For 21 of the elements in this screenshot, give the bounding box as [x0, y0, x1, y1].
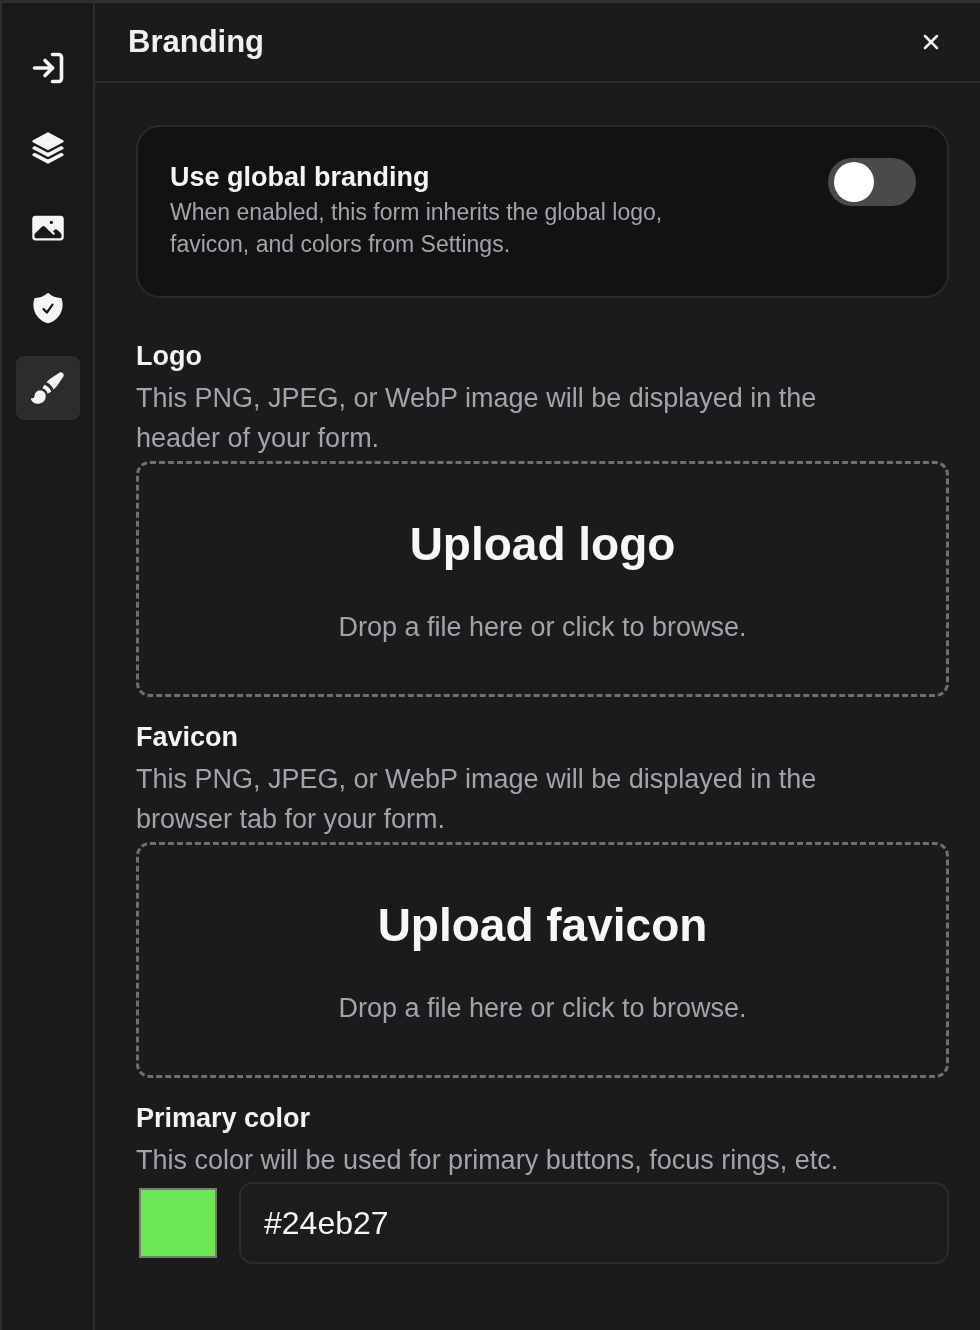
section-description: This PNG, JPEG, or WebP image will be displayed in the header of your form. — [136, 382, 818, 455]
color-swatch-icon[interactable] — [139, 1188, 217, 1258]
toggle-switch[interactable] — [828, 158, 916, 206]
nav-button[interactable] — [15, 356, 80, 420]
card-title: Use global branding — [170, 161, 431, 194]
section-description: This color will be used for primary buttons, focus rings, etc. — [136, 1144, 840, 1177]
section-label: Primary color — [136, 1102, 312, 1135]
card-description: When enabled, this form inherits the global logo, favicon, and colors from Settings. — [170, 198, 664, 259]
color-input-field[interactable]: #24eb27 — [239, 1182, 949, 1264]
upload-dropzone[interactable]: Upload logo Drop a file here or click to browse. — [136, 461, 949, 697]
section-description: This PNG, JPEG, or WebP image will be displayed in the browser tab for your form. — [136, 763, 818, 836]
panel-title: Branding — [128, 22, 265, 61]
upload-title: Upload favicon — [377, 898, 708, 953]
section-label: Favicon — [136, 721, 240, 754]
upload-title: Upload logo — [409, 517, 676, 572]
upload-hint: Drop a file here or click to browse. — [338, 611, 747, 644]
layers-icon — [29, 130, 66, 166]
paintbrush-icon — [29, 370, 66, 406]
section-label: Logo — [136, 340, 203, 373]
upload-hint: Drop a file here or click to browse. — [338, 992, 747, 1025]
upload-dropzone[interactable]: Upload favicon Drop a file here or click to browse. — [136, 842, 949, 1078]
